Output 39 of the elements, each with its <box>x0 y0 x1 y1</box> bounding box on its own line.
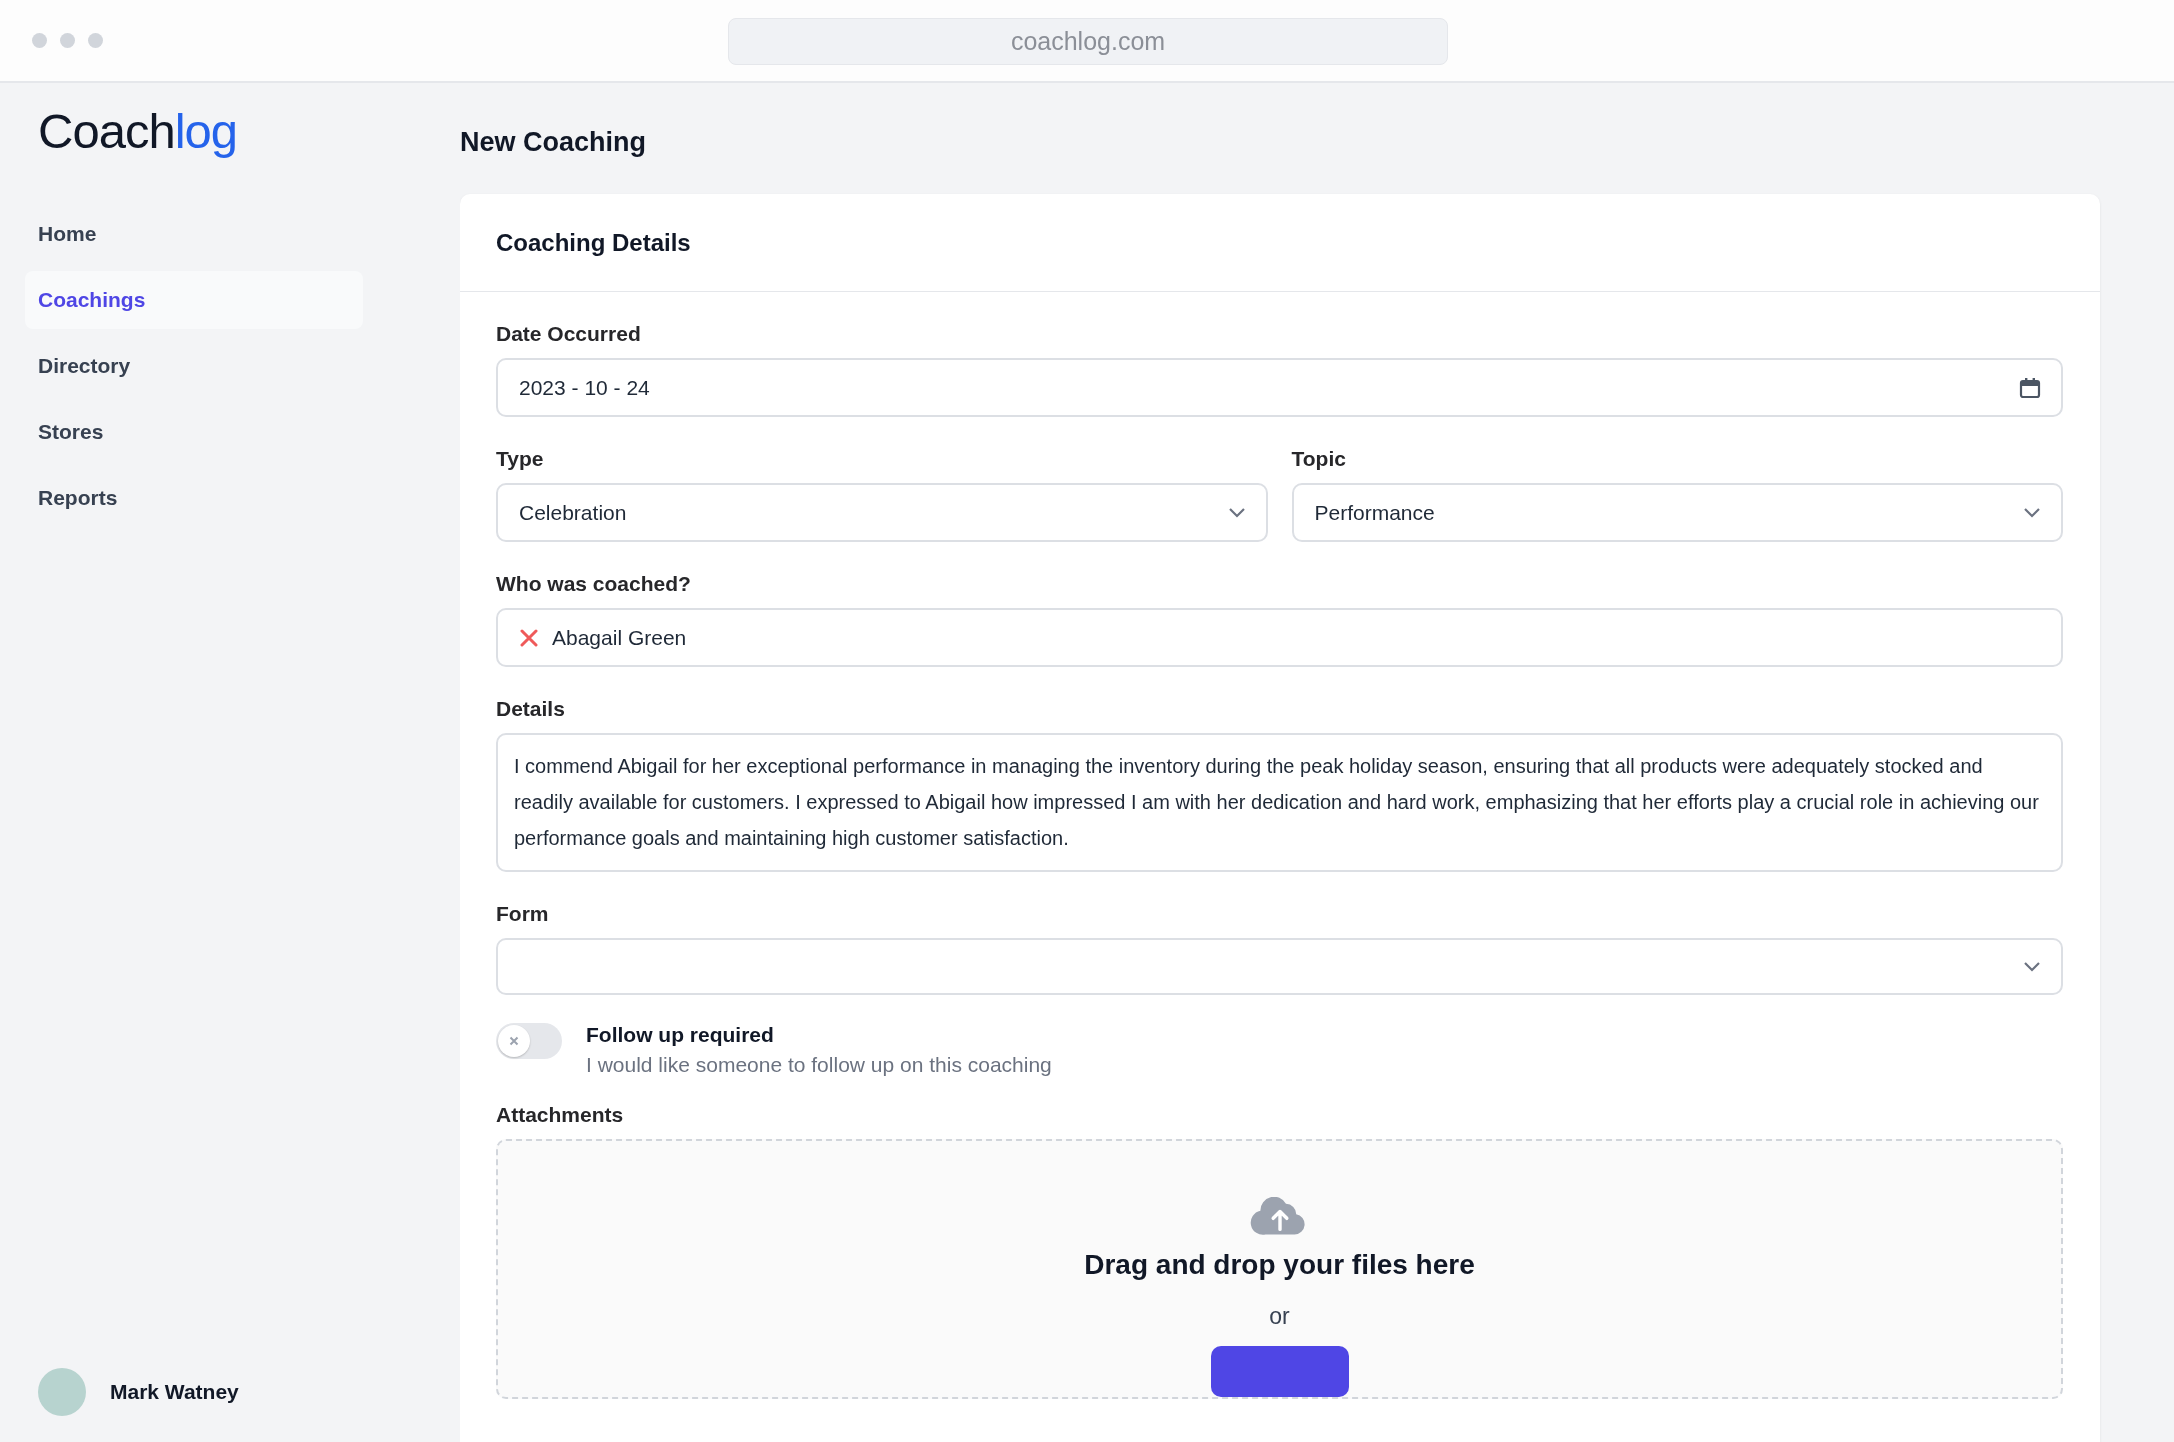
drop-prompt: Drag and drop your files here <box>1084 1248 1475 1281</box>
calendar-icon[interactable] <box>2019 376 2041 399</box>
nav-item[interactable]: Stores <box>25 403 363 461</box>
nav-item[interactable]: Directory <box>25 337 363 395</box>
chevron-down-icon <box>2023 506 2041 519</box>
window-dot <box>32 33 47 48</box>
field-label: Details <box>496 697 566 721</box>
field-label: Topic <box>1291 447 1347 471</box>
person-name: Abagail Green <box>552 625 687 650</box>
nav-item[interactable]: Coachings <box>25 271 363 329</box>
page-title: New Coaching <box>460 126 648 159</box>
toggle-description: I would like someone to follow up on this coaching <box>586 1053 1052 1077</box>
field-label: Type <box>496 447 545 471</box>
chevron-down-icon <box>2023 960 2041 973</box>
field-label: Date Occurred <box>496 322 642 346</box>
upload-button[interactable] <box>1210 1345 1349 1397</box>
follow-up-toggle[interactable] <box>496 1023 562 1059</box>
topic-select[interactable]: Performance <box>1291 483 2063 542</box>
date-field[interactable]: 2023 - 10 - 24 <box>496 358 2063 417</box>
remove-icon[interactable] <box>520 628 538 647</box>
logo: Coachlog <box>37 103 239 159</box>
x-icon <box>509 1036 519 1046</box>
type-select[interactable]: Celebration <box>496 483 1268 542</box>
people-field[interactable]: Abagail Green <box>496 608 2063 667</box>
toggle-title: Follow up required <box>586 1023 775 1047</box>
field-label: Who was coached? <box>496 572 692 596</box>
field-label: Form <box>496 902 550 926</box>
chevron-down-icon <box>1227 506 1246 519</box>
details-field[interactable]: I commend Abigail for her exceptional performance in managing the inventory during the peak holiday season, ensuring that all products were adequately stocked and readily available for customers. I expressed to Abigail how impressed I am with her dedication and hard work, emphasizing that her efforts play a crucial role in achieving our performance goals and maintaining high customer satisfaction. <box>496 733 2063 872</box>
window-dot <box>60 33 75 48</box>
drop-zone[interactable]: Drag and drop your files here or <box>496 1139 2063 1399</box>
avatar <box>38 1368 86 1416</box>
separator-text: or <box>1269 1302 1290 1330</box>
nav-item[interactable]: Home <box>25 205 363 263</box>
user-name: Mark Watney <box>110 1380 239 1404</box>
window-dot <box>88 33 103 48</box>
nav-item[interactable]: Reports <box>25 469 363 527</box>
field-label: Attachments <box>496 1103 625 1127</box>
card-title: Coaching Details <box>460 194 2100 292</box>
